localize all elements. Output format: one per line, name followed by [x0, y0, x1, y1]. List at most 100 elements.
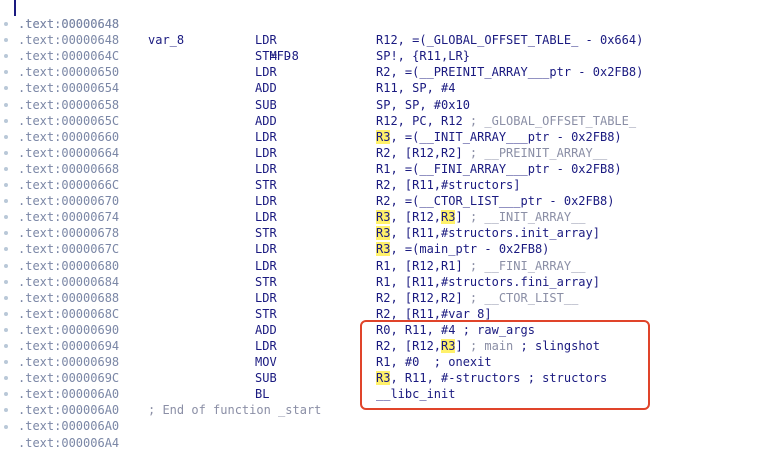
- breakpoint-dot-icon[interactable]: [4, 199, 8, 204]
- instruction-mnemonic[interactable]: STR: [255, 274, 277, 290]
- listing-row[interactable]: .text:0000067C LDR R3, =(main_ptr - 0x2FB8…: [18, 241, 766, 257]
- instruction-operands[interactable]: R12, PC, R12 ; _GLOBAL_OFFSET_TABLE_: [376, 113, 636, 129]
- instruction-operands[interactable]: R12, =(_GLOBAL_OFFSET_TABLE_ - 0x664): [376, 32, 643, 48]
- breakpoint-dot-icon[interactable]: [4, 118, 8, 123]
- instruction-mnemonic[interactable]: LDR: [255, 338, 277, 354]
- listing-row[interactable]: .text:00000684 STR R1, [R11,#structors.fin…: [18, 274, 766, 290]
- instruction-mnemonic[interactable]: STR: [255, 225, 277, 241]
- breakpoint-dot-icon[interactable]: [4, 86, 8, 91]
- instruction-operands[interactable]: R2, [R12,R2] ; __CTOR_LIST__: [376, 290, 578, 306]
- instruction-mnemonic[interactable]: LDR: [255, 129, 277, 145]
- instruction-operands[interactable]: R1, #0 ; onexit: [376, 354, 492, 370]
- highlighted-register[interactable]: R3: [376, 129, 391, 144]
- breakpoint-dot-icon[interactable]: [4, 295, 8, 300]
- instruction-mnemonic[interactable]: ADD: [255, 113, 277, 129]
- listing-row[interactable]: .text:00000674 LDR R3, [R12,R3] ; __INIT_A…: [18, 209, 766, 225]
- listing-row[interactable]: .text:000006A0 BL __libc_init: [18, 386, 766, 402]
- listing-row[interactable]: .text:00000670 LDR R2, =(__CTOR_LIST___ptr…: [18, 193, 766, 209]
- listing-row[interactable]: .text:00000678 STR R3, [R11,#structors.ini…: [18, 225, 766, 241]
- instruction-mnemonic[interactable]: LDR: [255, 145, 277, 161]
- instruction-mnemonic[interactable]: LDR: [255, 193, 277, 209]
- instruction-mnemonic[interactable]: STR: [255, 306, 277, 322]
- instruction-mnemonic[interactable]: LDR: [255, 64, 277, 80]
- disassembly-listing[interactable]: .text:00000648 var_8 = -8 .text:00000648…: [18, 0, 766, 451]
- listing-row[interactable]: .text:00000654 ADD R11, SP, #4: [18, 80, 766, 96]
- instruction-operands[interactable]: R1, =(__FINI_ARRAY___ptr - 0x2FB8): [376, 161, 622, 177]
- breakpoint-dot-icon[interactable]: [4, 215, 8, 220]
- breakpoint-dot-icon[interactable]: [4, 183, 8, 187]
- breakpoint-dot-icon[interactable]: [4, 102, 8, 107]
- instruction-mnemonic[interactable]: SUB: [255, 97, 277, 113]
- instruction-operands[interactable]: SP!, {R11,LR}: [376, 48, 470, 64]
- breakpoint-dot-icon[interactable]: [4, 392, 8, 397]
- instruction-operands[interactable]: R3, =(__INIT_ARRAY___ptr - 0x2FB8): [376, 129, 622, 145]
- instruction-mnemonic[interactable]: LDR: [255, 290, 277, 306]
- listing-row[interactable]: .text:00000698 MOV R1, #0 ; onexit: [18, 354, 766, 370]
- listing-row[interactable]: .text:000006A0 ; End of function _start: [18, 402, 766, 418]
- listing-row[interactable]: .text:00000688 LDR R2, [R12,R2] ; __CTOR_L…: [18, 290, 766, 306]
- instruction-mnemonic[interactable]: STMFD: [255, 48, 291, 64]
- breakpoint-dot-icon[interactable]: [4, 134, 8, 139]
- breakpoint-dot-icon[interactable]: [4, 263, 8, 268]
- instruction-mnemonic[interactable]: MOV: [255, 354, 277, 370]
- breakpoint-dot-icon[interactable]: [4, 279, 8, 284]
- instruction-operands[interactable]: R2, [R12,R2] ; __PREINIT_ARRAY__: [376, 145, 607, 161]
- highlighted-register[interactable]: R3: [376, 226, 391, 241]
- breakpoint-dot-icon[interactable]: [4, 311, 8, 316]
- listing-row[interactable]: .text:00000664 LDR R2, [R12,R2] ; __PREINI…: [18, 145, 766, 161]
- listing-row[interactable]: .text:00000694 LDR R2, [R12,R3] ; main ; s…: [18, 338, 766, 354]
- instruction-operands[interactable]: R2, [R11,#structors]: [376, 177, 521, 193]
- listing-row[interactable]: .text:00000650 LDR R2, =(__PREINIT_ARRAY__…: [18, 64, 766, 80]
- instruction-operands[interactable]: R1, [R11,#structors.fini_array]: [376, 274, 600, 290]
- breakpoint-dot-icon[interactable]: [4, 231, 8, 236]
- listing-row[interactable]: .text:0000068C STR R2, [R11,#var_8]: [18, 306, 766, 322]
- breakpoint-dot-icon[interactable]: [4, 424, 8, 429]
- instruction-operands[interactable]: __libc_init: [376, 386, 455, 402]
- breakpoint-dot-icon[interactable]: [4, 247, 8, 252]
- instruction-mnemonic[interactable]: LDR: [255, 32, 277, 48]
- listing-row[interactable]: .text:00000648: [18, 16, 766, 32]
- listing-row[interactable]: .text:00000658 SUB SP, SP, #0x10: [18, 97, 766, 113]
- breakpoint-dot-icon[interactable]: [4, 54, 8, 59]
- instruction-operands[interactable]: R3, [R11,#structors.init_array]: [376, 225, 600, 241]
- instruction-mnemonic[interactable]: LDR: [255, 161, 277, 177]
- breakpoint-dot-icon[interactable]: [4, 376, 8, 381]
- listing-row[interactable]: .text:0000064C STMFD SP!, {R11,LR}: [18, 48, 766, 64]
- instruction-mnemonic[interactable]: SUB: [255, 370, 277, 386]
- instruction-operands[interactable]: R3, [R12,R3] ; __INIT_ARRAY__: [376, 209, 586, 225]
- listing-row[interactable]: .text:00000690 ADD R0, R11, #4 ; raw_args: [18, 322, 766, 338]
- instruction-mnemonic[interactable]: ADD: [255, 80, 277, 96]
- instruction-operands[interactable]: R11, SP, #4: [376, 80, 455, 96]
- breakpoint-dot-icon[interactable]: [4, 360, 8, 365]
- instruction-mnemonic[interactable]: BL: [255, 386, 269, 402]
- listing-row[interactable]: .text:0000065C ADD R12, PC, R12 ; _GLOBAL_…: [18, 113, 766, 129]
- listing-row[interactable]: .text:00000660 LDR R3, =(__INIT_ARRAY___pt…: [18, 129, 766, 145]
- instruction-operands[interactable]: R2, [R12,R3] ; main ; slingshot: [376, 338, 600, 354]
- highlighted-register[interactable]: R3: [441, 210, 456, 225]
- listing-row[interactable]: .text:00000648 var_8 = -8: [18, 0, 766, 63]
- instruction-mnemonic[interactable]: LDR: [255, 258, 277, 274]
- highlighted-register[interactable]: R3: [376, 371, 391, 386]
- breakpoint-dot-icon[interactable]: [4, 38, 8, 43]
- listing-row[interactable]: .text:00000668 LDR R1, =(__FINI_ARRAY___pt…: [18, 161, 766, 177]
- instruction-operands[interactable]: SP, SP, #0x10: [376, 97, 470, 113]
- instruction-operands[interactable]: R1, [R12,R1] ; __FINI_ARRAY__: [376, 258, 586, 274]
- breakpoint-dot-icon[interactable]: [4, 150, 8, 155]
- breakpoint-dot-icon[interactable]: [4, 344, 8, 348]
- instruction-mnemonic[interactable]: LDR: [255, 209, 277, 225]
- instruction-mnemonic[interactable]: LDR: [255, 241, 277, 257]
- instruction-operands[interactable]: R3, =(main_ptr - 0x2FB8): [376, 241, 549, 257]
- listing-row[interactable]: .text:0000069C SUB R3, R11, #-structors ; …: [18, 370, 766, 386]
- breakpoint-dot-icon[interactable]: [4, 22, 8, 26]
- breakpoint-dot-icon[interactable]: [4, 70, 8, 75]
- listing-row[interactable]: .text:000006A0: [18, 418, 766, 434]
- highlighted-register[interactable]: R3: [376, 210, 391, 225]
- listing-row[interactable]: .text:0000066C STR R2, [R11,#structors]: [18, 177, 766, 193]
- instruction-operands[interactable]: R2, =(__CTOR_LIST___ptr - 0x2FB8): [376, 193, 614, 209]
- instruction-mnemonic[interactable]: ADD: [255, 322, 277, 338]
- instruction-operands[interactable]: R2, =(__PREINIT_ARRAY___ptr - 0x2FB8): [376, 64, 643, 80]
- highlighted-register[interactable]: R3: [441, 338, 456, 353]
- breakpoint-dot-icon[interactable]: [4, 408, 8, 413]
- listing-row[interactable]: .text:00000648 LDR R12, =(_GLOBAL_OFFSET_T…: [18, 32, 766, 48]
- listing-row[interactable]: .text:00000680 LDR R1, [R12,R1] ; __FINI_A…: [18, 258, 766, 274]
